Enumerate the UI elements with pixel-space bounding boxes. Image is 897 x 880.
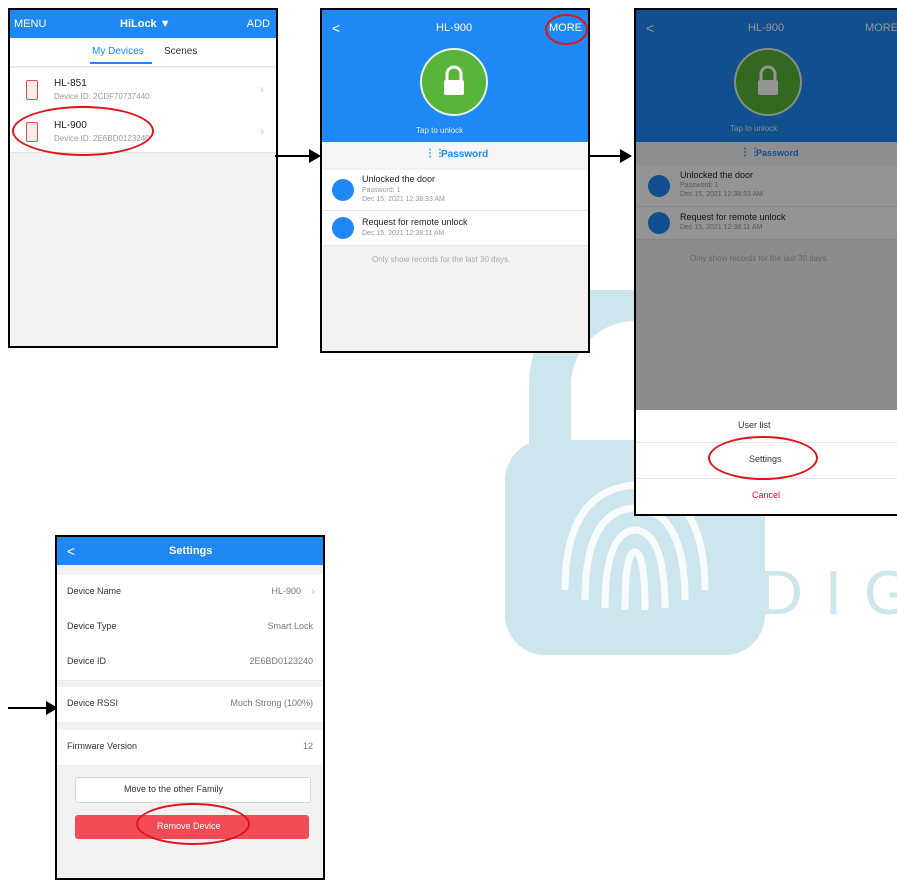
watermark-text: DIG <box>758 559 897 628</box>
cancel-option[interactable]: Cancel <box>636 478 897 514</box>
highlight-oval-settings <box>708 436 818 480</box>
records-footer: Only show records for the last 30 days. <box>372 255 511 264</box>
add-button[interactable]: ADD <box>247 18 270 30</box>
setting-value: 12 <box>302 741 313 751</box>
mode-label: Password <box>441 149 489 160</box>
highlight-oval-remove <box>136 803 250 845</box>
unlock-record-icon <box>332 179 354 201</box>
setting-label: Device Type <box>67 621 117 631</box>
screen-device-detail: < HL-900 MORE Tap to unlock ⋮⋮ Password … <box>320 8 590 353</box>
record-row: Unlocked the door Password: 1 Dec 15, 20… <box>322 170 588 211</box>
menu-button[interactable]: MENU <box>14 18 46 30</box>
padlock-icon <box>444 65 464 95</box>
device-name: HL-851 <box>54 78 87 89</box>
highlight-oval-device <box>12 106 154 156</box>
record-time: Dec 15, 2021 12:38:33 AM <box>362 196 445 203</box>
chevron-right-icon: › <box>311 584 315 598</box>
arrow-line <box>588 155 620 157</box>
back-button[interactable]: < <box>332 20 340 36</box>
arrow-line <box>8 707 48 709</box>
record-row: Request for remote unlock Dec 15, 2021 1… <box>322 211 588 246</box>
header-bar: MENU HiLock ▼ ADD <box>10 10 276 38</box>
device-id: Device ID: 2CDF70737440 <box>54 92 150 101</box>
move-family-button[interactable]: Move to the other Family <box>75 777 311 803</box>
header-bar: < Settings <box>57 537 323 565</box>
setting-value: HL-900 <box>271 586 301 596</box>
caret-down-icon: ▼ <box>159 18 171 30</box>
lock-device-icon <box>26 80 38 100</box>
setting-value: Smart Lock <box>267 621 313 631</box>
setting-row-rssi: Device RSSI Much Strong (100%) <box>57 687 323 723</box>
app-title: HiLock <box>120 18 157 30</box>
cancel-label: Cancel <box>752 490 781 500</box>
tap-to-unlock-label: Tap to unlock <box>416 126 464 135</box>
tab-my-devices[interactable]: My Devices <box>92 46 144 57</box>
device-row-hl851[interactable]: HL-851 Device ID: 2CDF70737440 › <box>10 68 276 111</box>
arrow-line <box>275 155 310 157</box>
user-list-label: User list <box>738 420 771 430</box>
app-title-dropdown[interactable]: HiLock ▼ <box>120 18 171 30</box>
chevron-right-icon: › <box>260 82 264 96</box>
back-button[interactable]: < <box>67 543 75 559</box>
tab-underline <box>90 62 152 64</box>
setting-row-device-name[interactable]: Device Name HL-900 › <box>57 575 323 611</box>
tab-bar: My Devices Scenes <box>10 38 276 67</box>
setting-row-device-type: Device Type Smart Lock <box>57 610 323 646</box>
unlock-record-icon <box>332 217 354 239</box>
setting-label: Device RSSI <box>67 698 119 708</box>
dim-overlay[interactable] <box>636 10 897 410</box>
setting-value: 2E6BD0123240 <box>249 656 313 666</box>
setting-label: Firmware Version <box>67 741 138 751</box>
record-time: Dec 15, 2021 12:38:11 AM <box>362 230 445 237</box>
page-title: Settings <box>169 545 213 557</box>
setting-row-firmware: Firmware Version 12 <box>57 730 323 766</box>
unlock-button[interactable] <box>420 48 488 116</box>
record-title: Request for remote unlock <box>362 217 468 227</box>
mode-bar[interactable]: ⋮⋮ Password <box>322 142 588 168</box>
chevron-right-icon: › <box>260 124 264 138</box>
setting-label: Device Name <box>67 586 122 596</box>
setting-label: Device ID <box>67 656 107 666</box>
setting-value: Much Strong (100%) <box>230 698 313 708</box>
tab-scenes[interactable]: Scenes <box>164 46 197 57</box>
record-title: Unlocked the door <box>362 174 436 184</box>
highlight-oval-more <box>545 14 588 45</box>
record-detail: Password: 1 <box>362 187 401 194</box>
setting-row-device-id: Device ID 2E6BD0123240 <box>57 645 323 681</box>
move-family-label: Move to the other Family <box>124 784 224 794</box>
screen-device-list: MENU HiLock ▼ ADD My Devices Scenes HL-8… <box>8 8 278 348</box>
device-title: HL-900 <box>436 22 473 34</box>
arrow-right-icon <box>620 149 632 163</box>
